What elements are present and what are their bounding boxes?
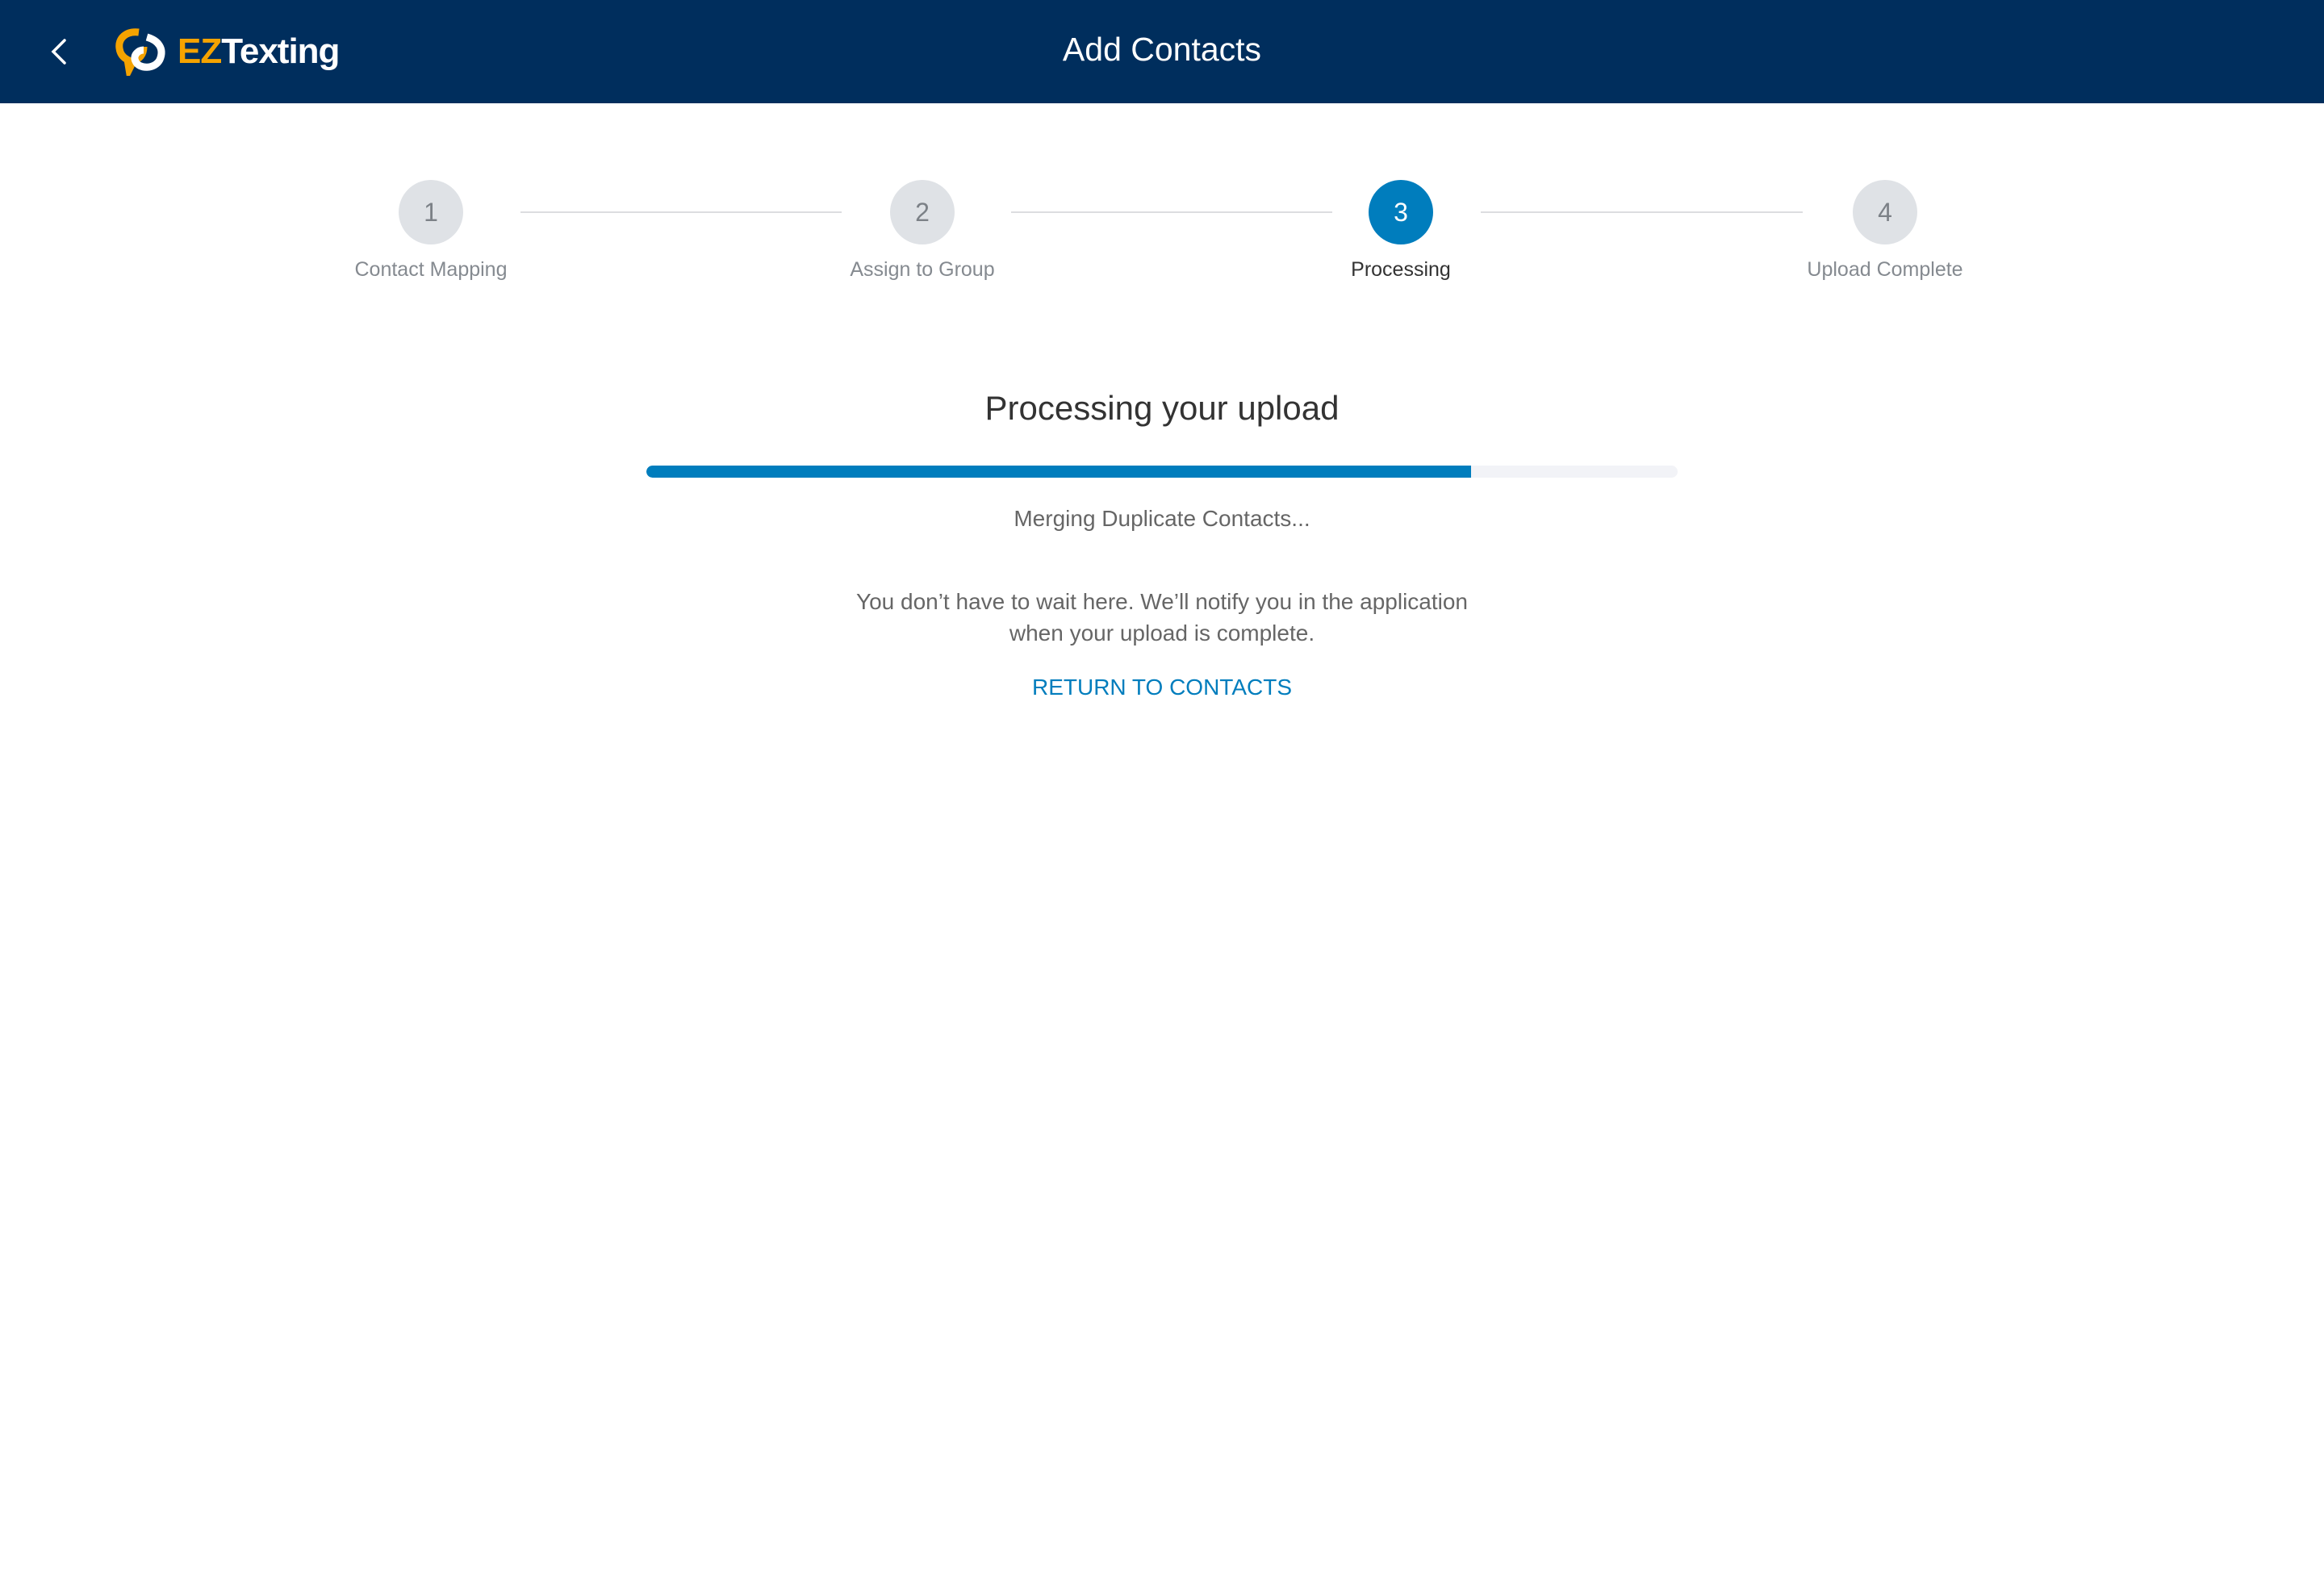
step-number: 3 [1369,180,1433,244]
progress-bar [646,466,1678,478]
step-label: Processing [1351,258,1451,281]
step-connector [1481,211,1803,213]
progress-fill [646,466,1472,478]
step-processing: 3 Processing [1280,180,1522,282]
step-number: 4 [1853,180,1917,244]
app-header: EZ Texting Add Contacts [0,0,2324,103]
step-number: 2 [890,180,955,244]
page-title: Add Contacts [1062,31,1262,68]
step-label: Upload Complete [1807,258,1963,281]
processing-heading: Processing your upload [984,389,1340,427]
step-contact-mapping: 1 Contact Mapping [310,180,552,282]
notify-note-line1: You don’t have to wait here. We’ll notif… [855,589,1469,614]
step-assign-to-group: 2 Assign to Group [801,180,1043,282]
step-label: Contact Mapping [354,258,508,281]
step-number: 1 [399,180,463,244]
step-label: Assign to Group [850,258,995,281]
progress-status: Merging Duplicate Contacts... [1014,506,1310,531]
step-connector [520,211,842,213]
notify-note-line2: when your upload is complete. [1009,620,1315,646]
return-to-contacts-link[interactable]: RETURN TO CONTACTS [1032,675,1292,700]
step-upload-complete: 4 Upload Complete [1764,180,2006,282]
notify-note: You don’t have to wait here. We’ll notif… [0,586,2324,649]
